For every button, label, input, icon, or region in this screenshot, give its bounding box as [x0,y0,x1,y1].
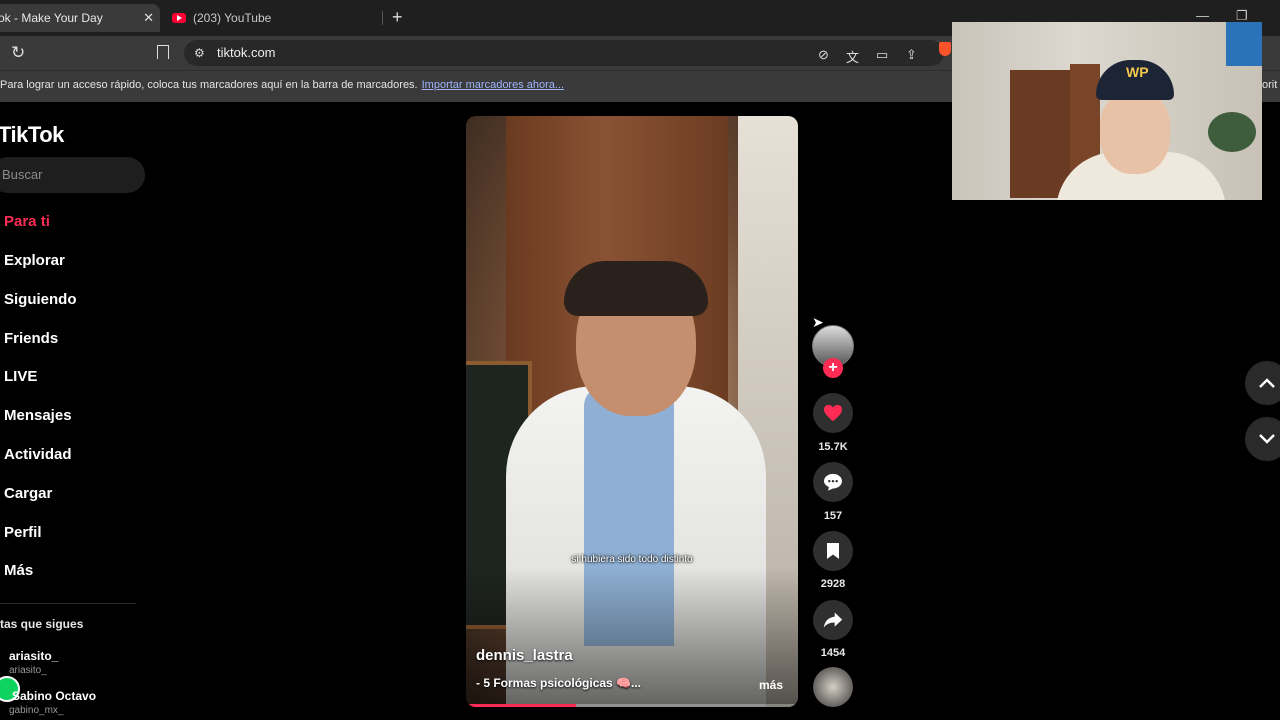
share-arrow-icon [823,612,843,628]
cast-icon[interactable]: ▭ [876,47,888,63]
following-accounts-heading: tas que sigues [0,617,84,631]
nav-upload[interactable]: Cargar [4,485,52,502]
like-count: 15.7K [818,441,848,453]
comment-button[interactable] [813,462,853,502]
video-progress-bar[interactable] [466,704,798,707]
heart-icon [824,404,842,422]
search-box[interactable] [0,157,145,193]
sidebar-divider [0,603,136,604]
bookmark-icon[interactable] [157,45,169,59]
save-count: 2928 [820,578,846,590]
share-icon[interactable]: ⇪ [906,47,917,63]
tab-title: ok - Make Your Day [0,11,103,25]
bookmarks-hint: Para lograr un acceso rápido, coloca tus… [0,79,418,91]
follow-plus-icon[interactable]: + [823,358,843,378]
account-handle: gabino_mx_ [9,705,64,716]
webcam-cabinet [1010,70,1070,198]
video-author[interactable]: dennis_lastra [476,647,573,664]
webcam-overlay: WP [952,22,1262,200]
bookmarks-message: Para lograr un acceso rápido, coloca tus… [0,79,564,91]
tab-divider [382,11,383,25]
next-video-button[interactable] [1245,417,1280,461]
music-disc-icon[interactable] [813,667,853,707]
nav-live[interactable]: LIVE [4,368,37,385]
share-button[interactable] [813,600,853,640]
new-tab-icon[interactable]: + [392,8,403,26]
nav-activity[interactable]: Actividad [4,446,72,463]
import-bookmarks-link[interactable]: Importar marcadores ahora... [422,79,564,91]
url-text[interactable]: tiktok.com [217,45,276,60]
comment-icon [824,473,842,491]
tab-youtube[interactable]: (203) YouTube [172,4,382,32]
youtube-icon [172,13,186,23]
video-subtitle: si hubiera sido todo distinto [571,554,693,565]
webcam-person-face [1100,92,1170,174]
previous-video-button[interactable] [1245,361,1280,405]
chevron-down-icon [1259,434,1275,444]
nav-friends[interactable]: Friends [4,330,58,347]
like-button[interactable] [813,393,853,433]
bookmark-save-icon [827,543,839,559]
nav-following[interactable]: Siguiendo [4,291,77,308]
nav-messages[interactable]: Mensajes [4,407,72,424]
webcam-plant [1208,112,1256,152]
tiktok-logo[interactable]: TikTok [0,122,64,148]
reload-icon[interactable]: ↻ [11,43,25,63]
search-input[interactable] [0,166,134,183]
close-tab-icon[interactable]: ✕ [143,10,154,26]
tab-title: (203) YouTube [193,11,272,25]
nav-for-you[interactable]: Para ti [4,213,50,230]
account-name[interactable]: ariasito_ [9,649,58,663]
video-progress-fill [466,704,576,707]
nav-explore[interactable]: Explorar [4,252,65,269]
nav-more[interactable]: Más [4,562,33,579]
video-player[interactable]: si hubiera sido todo distinto dennis_las… [466,116,798,707]
account-handle: ariasito_ [9,665,47,676]
no-tracking-icon[interactable]: ⊘ [818,47,829,63]
webcam-poster [1226,22,1262,66]
cap-logo: WP [1126,64,1149,80]
comment-count: 157 [823,510,843,522]
other-bookmarks[interactable]: orit [1262,79,1277,91]
more-button[interactable]: más [759,678,783,692]
omnibox[interactable]: ⚙ tiktok.com ⊘ 文 ▭ ⇪ [184,40,944,66]
nav-profile[interactable]: Perfil [4,524,42,541]
chevron-up-icon [1259,378,1275,388]
mouse-cursor-icon: ➤ [812,314,824,330]
share-count: 1454 [820,647,846,659]
video-person-hair [564,261,708,316]
tab-tiktok[interactable]: ok - Make Your Day ✕ [0,4,160,32]
video-description: - 5 Formas psicológicas 🧠... [476,676,641,690]
save-button[interactable] [813,531,853,571]
site-settings-icon[interactable]: ⚙ [194,46,205,60]
translate-icon[interactable]: 文 [846,47,859,66]
minimize-icon[interactable]: — [1196,8,1209,23]
brave-shield-icon[interactable] [939,42,951,56]
account-name[interactable]: Sabino Octavo [12,689,96,703]
